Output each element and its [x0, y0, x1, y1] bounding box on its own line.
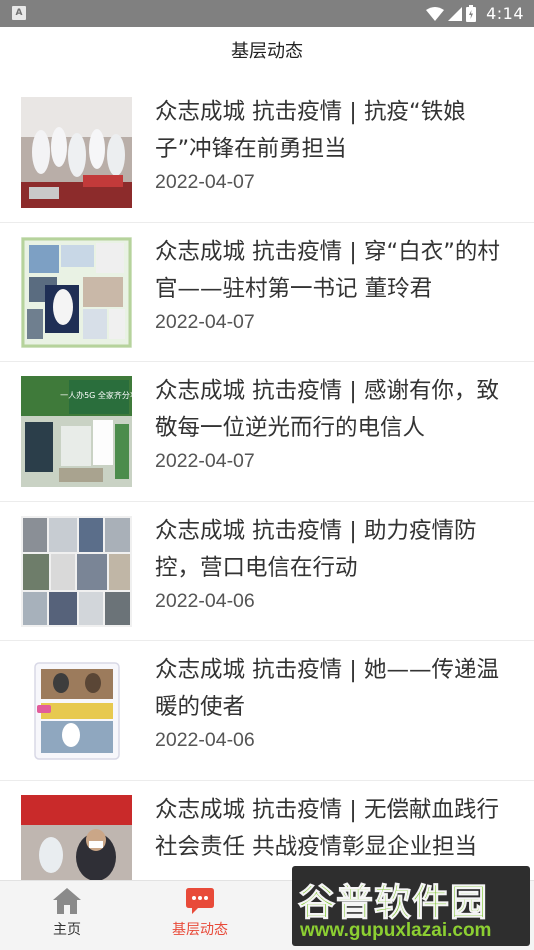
news-list[interactable]: 众志成城 抗击疫情 | 抗疫“铁娘子”冲锋在前勇担当 2022-04-07 众志… — [0, 83, 534, 880]
news-date: 2022-04-07 — [155, 171, 255, 193]
news-thumbnail[interactable] — [21, 655, 132, 766]
signal-icon — [448, 6, 463, 21]
watermark-url-text: www.gupuxlazai.com — [300, 920, 492, 941]
news-date: 2022-04-06 — [155, 589, 255, 612]
news-title: 众志成城 抗击疫情 | 感谢有你，致敬每一位逆光而行的电信人 — [155, 378, 500, 441]
battery-icon — [466, 5, 477, 22]
status-bar: A 4:14 — [0, 0, 534, 27]
news-title: 众志成城 抗击疫情 | 她——传递温暖的使者 — [155, 657, 500, 720]
news-title: 众志成城 抗击疫情 | 抗疫“铁娘子”冲锋在前勇担当 — [155, 99, 466, 162]
watermark-main-text: 谷普软件园 — [298, 881, 488, 925]
news-item[interactable]: 一人办5G 全家齐分享 众志成城 抗击疫情 | 感谢有你，致敬每一位逆光而行的电… — [0, 362, 534, 502]
news-date: 2022-04-06 — [155, 729, 255, 751]
tab-home[interactable]: 主页 — [7, 881, 127, 950]
wifi-icon — [426, 6, 445, 21]
news-thumbnail[interactable]: 一人办5G 全家齐分享 — [21, 376, 132, 487]
news-thumbnail[interactable] — [21, 794, 132, 880]
thumbnail-banner-text: 一人办5G 全家齐分享 — [60, 390, 132, 400]
page-title: 基层动态 — [231, 41, 303, 62]
news-thumbnail[interactable] — [21, 236, 132, 348]
tab-dongtai-label: 基层动态 — [172, 922, 228, 938]
news-item[interactable]: 众志成城 抗击疫情 | 助力疫情防控，营口电信在行动 2022-04-06 — [0, 502, 534, 641]
sim-card-icon: A — [12, 6, 26, 20]
news-item[interactable]: 众志成城 抗击疫情 | 穿“白衣”的村官——驻村第一书记 董玲君 2022-04… — [0, 223, 534, 362]
tab-dongtai[interactable]: 基层动态 — [140, 881, 260, 950]
page-header: 基层动态 — [0, 27, 534, 73]
status-time: 4:14 — [486, 4, 524, 23]
news-date: 2022-04-07 — [155, 310, 255, 333]
news-title: 众志成城 抗击疫情 | 助力疫情防控，营口电信在行动 — [155, 517, 477, 581]
tab-home-label: 主页 — [53, 922, 81, 938]
news-item[interactable]: 众志成城 抗击疫情 | 抗疫“铁娘子”冲锋在前勇担当 2022-04-07 — [0, 83, 534, 223]
message-icon — [186, 888, 214, 914]
news-title: 众志成城 抗击疫情 | 无偿献血践行社会责任 共战疫情彰显企业担当 — [155, 796, 500, 860]
news-item[interactable]: 众志成城 抗击疫情 | 她——传递温暖的使者 2022-04-06 — [0, 641, 534, 781]
news-title: 众志成城 抗击疫情 | 穿“白衣”的村官——驻村第一书记 董玲君 — [155, 238, 500, 302]
news-thumbnail[interactable] — [21, 97, 132, 208]
news-date: 2022-04-07 — [155, 450, 255, 472]
home-icon — [53, 888, 81, 914]
watermark-logo: 谷普软件园 www.gupuxlazai.com — [292, 866, 530, 946]
news-thumbnail[interactable] — [21, 515, 132, 627]
